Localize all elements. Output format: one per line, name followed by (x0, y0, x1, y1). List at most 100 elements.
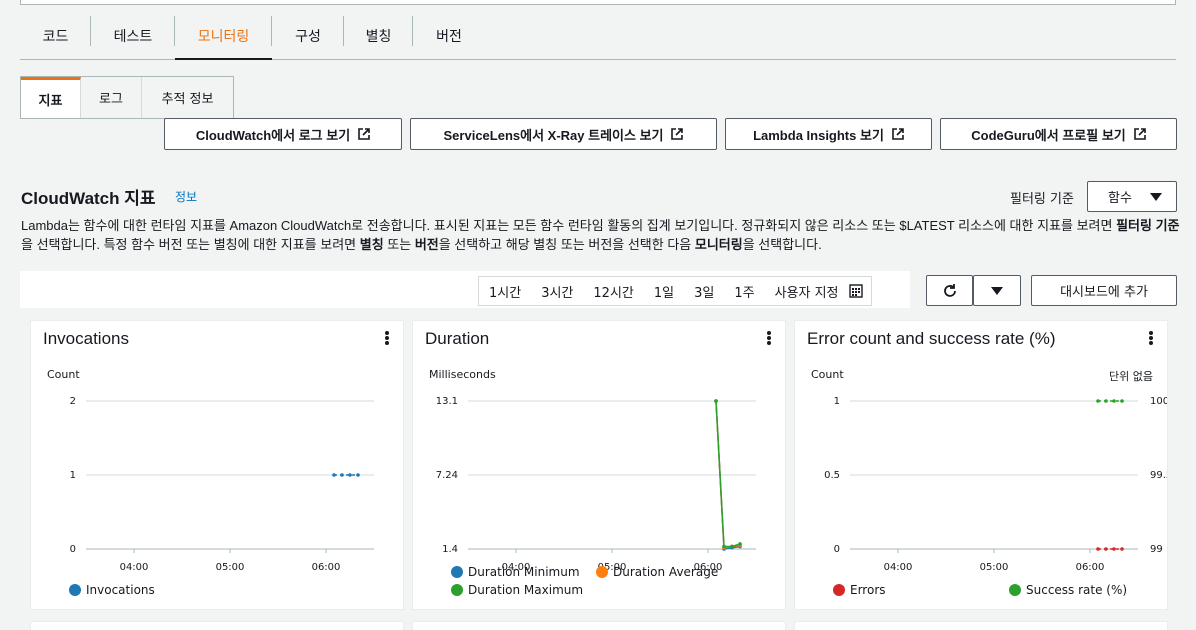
data-point (714, 399, 718, 403)
subtab-label: 로그 (99, 92, 123, 107)
button-label: ServiceLens에서 X-Ray 트레이스 보기 (443, 127, 664, 143)
refresh-icon (943, 283, 956, 297)
legend-item[interactable]: Duration Minimum (451, 565, 580, 579)
legend-item[interactable]: Duration Average (596, 565, 718, 579)
tab-test[interactable]: 테스트 (91, 12, 175, 59)
legend-swatch (1009, 584, 1021, 596)
legend-swatch (451, 584, 463, 596)
range-3h[interactable]: 3시간 (531, 282, 583, 301)
filter-value: 함수 (1108, 191, 1132, 206)
y-tick-label: 1.4 (442, 544, 458, 555)
subtab-traces[interactable]: 추적 정보 (142, 77, 233, 118)
caret-down-icon (1150, 193, 1162, 201)
external-link-icon (892, 128, 904, 140)
section-description: Lambda는 함수에 대한 런타임 지표를 Amazon CloudWatch… (21, 216, 1181, 254)
x-tick-label: 05:00 (980, 562, 1009, 573)
tab-label: 버전 (436, 28, 462, 45)
y-tick-label: 0 (70, 544, 76, 555)
data-point (1120, 399, 1124, 403)
tab-label: 구성 (295, 28, 321, 45)
data-point (1096, 547, 1100, 551)
subtab-label: 추적 정보 (161, 92, 214, 107)
legend-item[interactable]: Duration Maximum (451, 583, 583, 597)
legend-item[interactable]: Success rate (%) (1009, 583, 1127, 597)
external-link-icon (358, 128, 370, 140)
error-success-widget: Error count and success rate (%) Count 단… (794, 320, 1168, 610)
previous-panel-edge (20, 0, 1176, 5)
tab-label: 테스트 (113, 28, 153, 45)
y-tick-label: 0 (834, 544, 840, 555)
legend-item[interactable]: Invocations (69, 583, 155, 597)
x-tick-label: 04:00 (120, 562, 149, 573)
legend-swatch (69, 584, 81, 596)
range-1w[interactable]: 1주 (724, 282, 764, 301)
legend-label: Duration Average (613, 565, 719, 579)
x-tick-label: 05:00 (216, 562, 245, 573)
refresh-button[interactable] (926, 275, 973, 306)
tab-configuration[interactable]: 구성 (272, 12, 344, 59)
legend-swatch (451, 566, 463, 578)
main-tabs: 코드 테스트 모니터링 구성 별칭 버전 (20, 12, 1176, 60)
external-link-icon (671, 128, 684, 140)
y-axis-unit: Count (47, 368, 80, 381)
data-point (730, 544, 734, 549)
y-tick-label: 2 (70, 396, 76, 407)
range-1d[interactable]: 1일 (644, 282, 684, 301)
range-3d[interactable]: 3일 (684, 282, 724, 301)
data-point (1120, 547, 1124, 551)
widget-menu-icon[interactable] (767, 331, 771, 345)
tab-aliases[interactable]: 별칭 (344, 12, 413, 59)
data-point (332, 473, 336, 477)
subtab-metrics[interactable]: 지표 (21, 77, 81, 118)
y-tick-label: 1 (70, 470, 76, 481)
legend-label: Duration Minimum (468, 565, 580, 579)
calendar-icon[interactable] (848, 284, 863, 298)
y2-tick-label: 99 (1150, 544, 1163, 555)
y-tick-label: 13.1 (436, 396, 458, 407)
filter-select[interactable]: 함수 (1087, 181, 1177, 212)
widget-row2-2 (412, 621, 786, 630)
widget-row2-1 (30, 621, 404, 630)
legend-item[interactable]: Errors (833, 583, 886, 597)
add-to-dashboard-button[interactable]: 대시보드에 추가 (1031, 275, 1177, 306)
subtab-label: 지표 (38, 93, 63, 109)
view-cloudwatch-logs-button[interactable]: CloudWatch에서 로그 보기 (164, 118, 402, 150)
data-point (722, 544, 726, 549)
button-label: Lambda Insights 보기 (753, 127, 884, 143)
data-point (1096, 399, 1100, 403)
tab-versions[interactable]: 버전 (413, 12, 485, 59)
widget-title: Duration (425, 329, 490, 348)
range-1h[interactable]: 1시간 (479, 282, 531, 301)
data-point (340, 473, 344, 477)
data-point (356, 473, 360, 477)
range-12h[interactable]: 12시간 (583, 282, 643, 301)
error-success-chart: 1 0.5 0 100 99.5 99 04:00 05:00 06:00 (824, 396, 1167, 573)
data-point (1104, 547, 1108, 551)
widget-row2-3 (794, 621, 1168, 630)
tab-code[interactable]: 코드 (20, 12, 91, 59)
view-codeguru-profile-button[interactable]: CodeGuru에서 프로필 보기 (940, 118, 1177, 150)
view-xray-traces-button[interactable]: ServiceLens에서 X-Ray 트레이스 보기 (410, 118, 717, 150)
y-tick-label: 1 (834, 396, 840, 407)
refresh-options-dropdown[interactable] (973, 275, 1021, 306)
legend-label: Success rate (%) (1026, 583, 1128, 597)
legend-label: Duration Maximum (468, 583, 584, 597)
desc-bold: 모니터링 (694, 237, 743, 252)
view-lambda-insights-button[interactable]: Lambda Insights 보기 (725, 118, 932, 150)
caret-down-icon (991, 286, 1003, 295)
data-point (1112, 547, 1116, 551)
y-tick-label: 7.24 (436, 470, 458, 481)
range-custom[interactable]: 사용자 지정 (765, 282, 839, 301)
info-link[interactable]: 정보 (175, 188, 197, 205)
widget-menu-icon[interactable] (385, 331, 389, 345)
y-tick-label: 0.5 (824, 470, 840, 481)
subtab-logs[interactable]: 로그 (81, 77, 142, 118)
y2-tick-label: 100 (1150, 396, 1167, 407)
widget-menu-icon[interactable] (1149, 331, 1153, 345)
tab-label: 모니터링 (197, 28, 250, 45)
widget-title: Invocations (43, 329, 129, 348)
tab-monitoring[interactable]: 모니터링 (175, 12, 272, 60)
desc-bold: 별칭 (359, 237, 384, 252)
series-line (715, 400, 741, 548)
section-title: CloudWatch 지표 (21, 189, 156, 208)
